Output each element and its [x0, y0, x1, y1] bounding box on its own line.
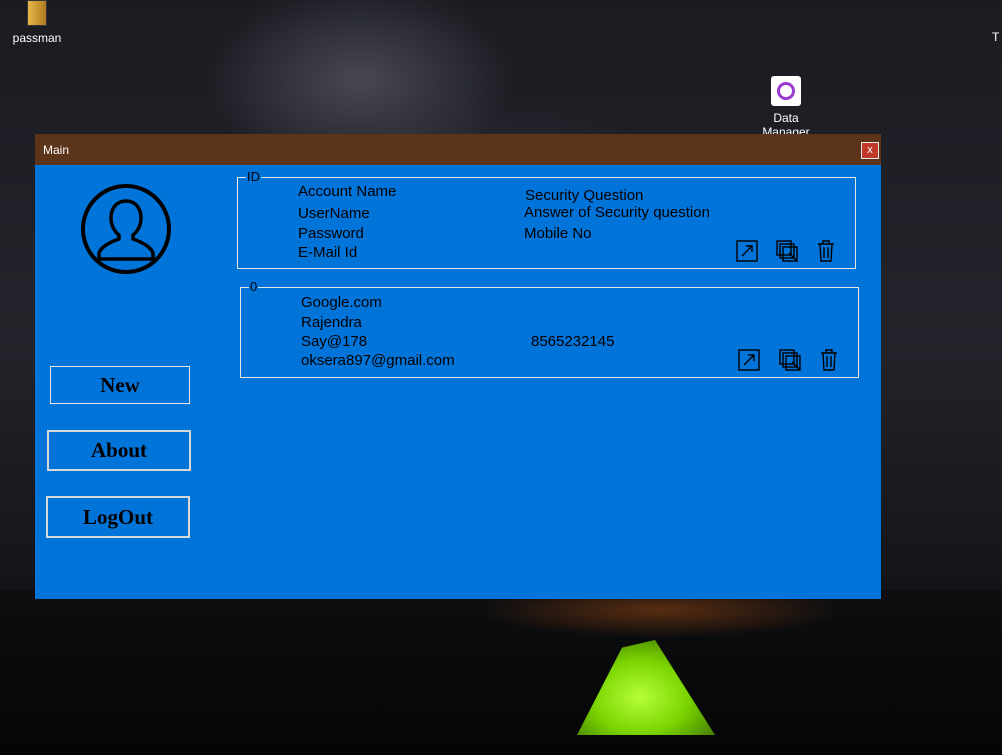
trash-icon[interactable] [817, 348, 841, 372]
password-label: Password [298, 225, 364, 242]
email-value: oksera897@gmail.com [301, 352, 455, 369]
record-header-group: ID Account Name UserName Password E-Mail… [237, 170, 856, 269]
mobile-value: 8565232145 [531, 333, 615, 350]
main-window: Main x New About LogOut ID Account Name … [35, 134, 881, 599]
desktop-icon-label: passman [12, 31, 62, 45]
security-question-label: Security Question [525, 187, 644, 204]
close-button[interactable]: x [861, 142, 879, 159]
copy-icon[interactable] [775, 239, 799, 263]
desktop-wallpaper-horizon [0, 590, 1002, 755]
mobile-label: Mobile No [524, 225, 592, 242]
record-legend: ID [246, 169, 261, 184]
desktop-edge-text: T [992, 30, 1000, 44]
password-value: Say@178 [301, 333, 368, 350]
username-value: Rajendra [301, 314, 362, 331]
trash-icon[interactable] [814, 239, 838, 263]
window-titlebar[interactable]: Main x [35, 134, 881, 165]
email-label: E-Mail Id [298, 244, 358, 261]
desktop-icon-data-manager[interactable]: Data Manager [756, 76, 816, 135]
logout-button[interactable]: LogOut [46, 496, 190, 538]
desktop-icon-label: Data Manager [762, 111, 810, 135]
data-manager-icon [771, 76, 801, 106]
new-button[interactable]: New [50, 366, 190, 404]
copy-icon[interactable] [778, 348, 802, 372]
folder-icon [27, 0, 47, 26]
record-group: 0 Google.com Rajendra Say@178 oksera897@… [240, 280, 859, 378]
security-answer-label: Answer of Security question [524, 204, 710, 221]
user-avatar-icon [80, 183, 172, 275]
open-external-icon[interactable] [735, 239, 759, 263]
account-name-label: Account Name [298, 183, 397, 200]
record-legend: 0 [249, 279, 259, 294]
desktop-icon-passman[interactable]: passman [8, 0, 66, 45]
about-button[interactable]: About [47, 430, 191, 471]
open-external-icon[interactable] [737, 348, 761, 372]
account-name-value: Google.com [301, 294, 382, 311]
window-title: Main [43, 143, 70, 157]
username-label: UserName [298, 205, 370, 222]
